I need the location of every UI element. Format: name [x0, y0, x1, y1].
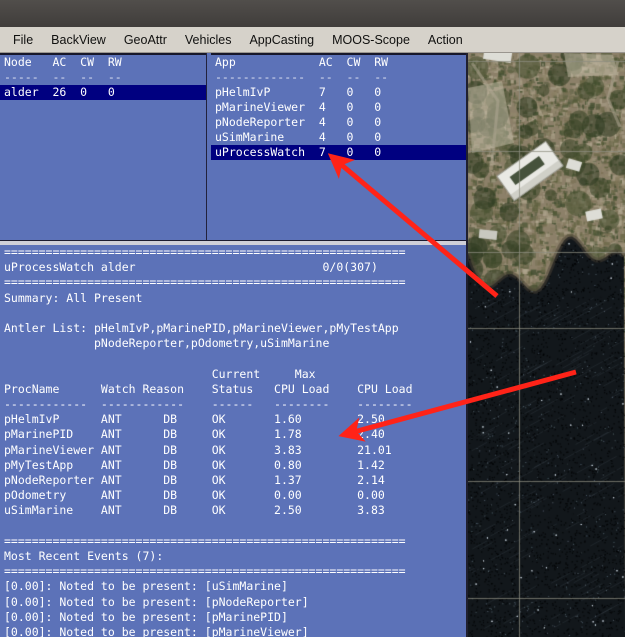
log-line: [0.00]: Noted to be present: [uSimMarine… [4, 579, 288, 594]
menu-item-vehicles[interactable]: Vehicles [176, 31, 241, 49]
app-row-pnodereporter[interactable]: pNodeReporter 4 0 0 [211, 115, 466, 130]
log-line: Current Max [4, 366, 316, 381]
log-line: ProcName Watch Reason Status CPU Load CP… [4, 381, 413, 396]
log-line: uSimMarine ANT DB OK 2.50 3.83 [4, 503, 385, 518]
menu-item-action[interactable]: Action [419, 31, 472, 49]
marine-viewer-map[interactable] [468, 53, 625, 637]
app-row-phelmivp[interactable]: pHelmIvP 7 0 0 [211, 85, 466, 100]
node-row-alder[interactable]: alder 26 0 0 [0, 85, 206, 100]
log-line: pHelmIvP ANT DB OK 1.60 2.50 [4, 412, 385, 427]
window-titlebar [0, 0, 625, 27]
menu-item-backview[interactable]: BackView [42, 31, 115, 49]
log-line: ========================================… [4, 533, 406, 548]
log-line: Antler List: pHelmIvP,pMarinePID,pMarine… [4, 321, 399, 336]
log-line: pMyTestApp ANT DB OK 0.80 1.42 [4, 457, 385, 472]
menu-item-moos-scope[interactable]: MOOS-Scope [323, 31, 419, 49]
node-list-pane[interactable]: Node AC CW RW ----- -- -- -- alder 26 0 … [0, 53, 206, 242]
aerial-imagery-canvas [468, 53, 625, 637]
node-table-rule: ----- -- -- -- [4, 70, 122, 84]
appcasting-window: File BackView GeoAttr Vehicles AppCastin… [0, 0, 625, 637]
log-line: uProcessWatch alder 0/0(307) [4, 260, 378, 275]
app-row-uprocesswatch[interactable]: uProcessWatch 7 0 0 [211, 145, 466, 160]
log-line: [0.00]: Noted to be present: [pMarineVie… [4, 625, 309, 637]
log-line: [0.00]: Noted to be present: [pNodeRepor… [4, 594, 309, 609]
log-line: ========================================… [4, 275, 406, 290]
log-line: Summary: All Present [4, 290, 143, 305]
log-line: pNodeReporter ANT DB OK 1.37 2.14 [4, 473, 385, 488]
app-table-rule: ------------- -- -- -- [215, 70, 389, 84]
menu-item-appcasting[interactable]: AppCasting [240, 31, 323, 49]
log-line: ------------ ------------ ------ -------… [4, 397, 413, 412]
menu-bar: File BackView GeoAttr Vehicles AppCastin… [0, 27, 625, 53]
node-table-header: Node AC CW RW [4, 55, 122, 69]
menu-item-geoattr[interactable]: GeoAttr [115, 31, 176, 49]
app-table-header: App AC CW RW [215, 55, 389, 69]
log-line: pMarinePID ANT DB OK 1.78 2.40 [4, 427, 385, 442]
log-line: [0.00]: Noted to be present: [pMarinePID… [4, 609, 288, 624]
menu-item-file[interactable]: File [4, 31, 42, 49]
appcast-detail-pane[interactable]: ========================================… [0, 245, 466, 637]
log-line: pOdometry ANT DB OK 0.00 0.00 [4, 488, 385, 503]
app-row-pmarineviewer[interactable]: pMarineViewer 4 0 0 [211, 100, 466, 115]
app-list-pane[interactable]: App AC CW RW ------------- -- -- -- pHel… [211, 53, 466, 242]
log-line: ========================================… [4, 564, 406, 579]
log-line: pMarineViewer ANT DB OK 3.83 21.01 [4, 442, 392, 457]
log-line: ========================================… [4, 245, 406, 259]
log-line: pNodeReporter,pOdometry,uSimMarine [4, 336, 330, 351]
log-line: Most Recent Events (7): [4, 549, 164, 564]
app-row-usimmarine[interactable]: uSimMarine 4 0 0 [211, 130, 466, 145]
